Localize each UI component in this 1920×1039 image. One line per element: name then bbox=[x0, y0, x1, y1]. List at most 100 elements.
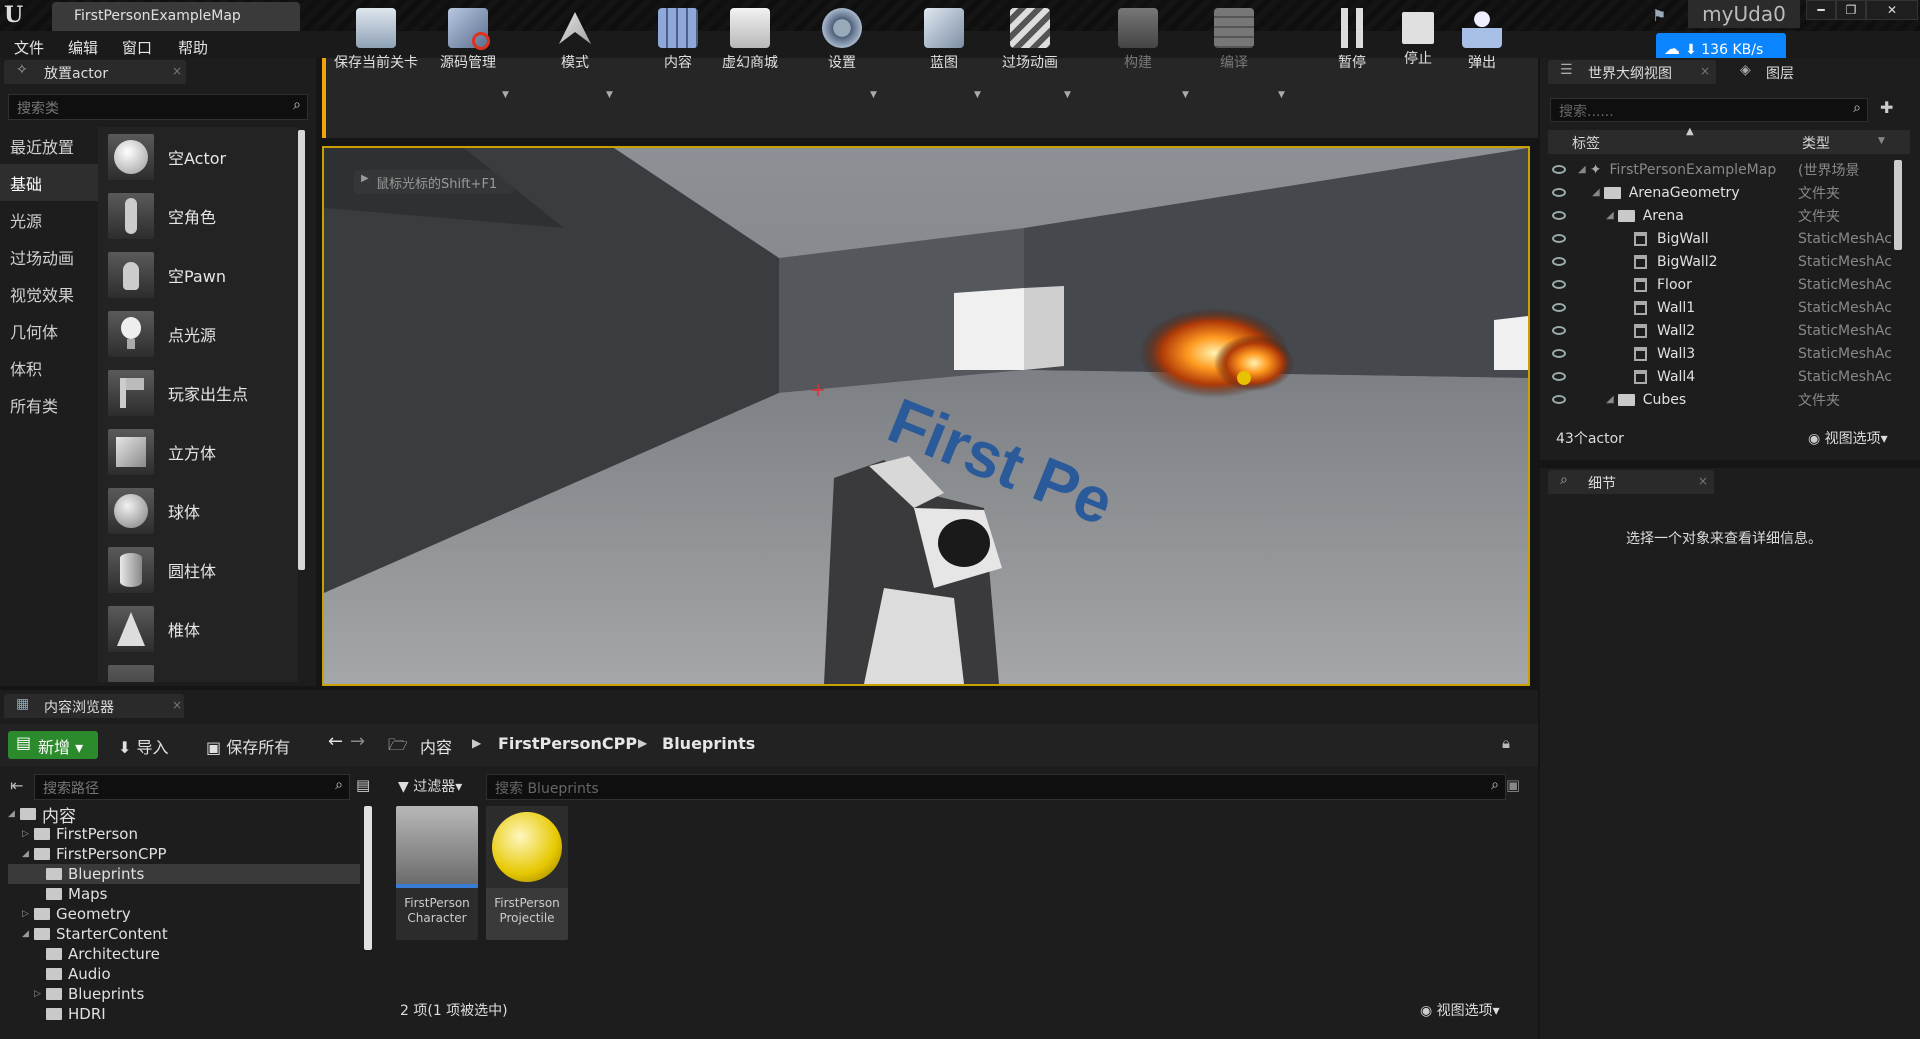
collapsed-arrow-icon[interactable]: ▷ bbox=[22, 829, 34, 839]
actor-item-empty-character[interactable]: 空角色 bbox=[98, 186, 298, 245]
class-search-input[interactable]: 搜索类 ⌕ bbox=[8, 94, 308, 120]
modes-button[interactable]: 模式 bbox=[540, 0, 610, 80]
actor-item-cylinder[interactable]: 圆柱体 bbox=[98, 540, 298, 599]
menu-help[interactable]: 帮助 bbox=[178, 37, 208, 58]
marketplace-button[interactable]: 虚幻商城 bbox=[712, 0, 788, 80]
chevron-down-icon[interactable]: ▼ bbox=[606, 90, 613, 100]
expand-arrow-icon[interactable]: ◢ bbox=[1606, 394, 1614, 405]
tree-item-firstpersoncpp[interactable]: ◢ FirstPersonCPP bbox=[8, 844, 360, 864]
outliner-row-world[interactable]: ◢ ✦ FirstPersonExampleMap (世界场景 bbox=[1548, 158, 1900, 181]
category-all-classes[interactable]: 所有类 bbox=[0, 386, 98, 423]
eye-icon[interactable] bbox=[1552, 326, 1566, 335]
outliner-row-wall3[interactable]: Wall3 StaticMeshAc bbox=[1548, 342, 1900, 365]
collapsed-arrow-icon[interactable]: ▷ bbox=[22, 909, 34, 919]
close-icon[interactable]: × bbox=[172, 698, 182, 712]
import-button[interactable]: ⬇ 导入 bbox=[118, 734, 169, 758]
compile-button[interactable]: 编译 bbox=[1204, 0, 1264, 80]
outliner-row-arenageometry[interactable]: ◢ ArenaGeometry 文件夹 bbox=[1548, 181, 1900, 204]
settings-button[interactable]: 设置 bbox=[812, 0, 872, 80]
column-type-header[interactable]: 类型 bbox=[1802, 133, 1830, 153]
source-control-button[interactable]: 源码管理 bbox=[432, 0, 504, 80]
actor-item-plane[interactable]: 平面 bbox=[98, 658, 298, 682]
user-name[interactable]: myUda0 bbox=[1688, 0, 1800, 28]
chevron-down-icon[interactable]: ▼ bbox=[1878, 136, 1885, 146]
chevron-down-icon[interactable]: ▼ bbox=[1278, 90, 1285, 100]
chevron-down-icon[interactable]: ▼ bbox=[1182, 90, 1189, 100]
content-browser-tab[interactable]: ▦ 内容浏览器 × bbox=[4, 694, 184, 718]
minimize-button[interactable]: ━ bbox=[1806, 0, 1836, 20]
filter-button[interactable]: ▼ 过滤器▾ bbox=[398, 776, 462, 796]
breadcrumb-content[interactable]: 内容 bbox=[420, 734, 452, 758]
layers-tab[interactable]: ◈ 图层 bbox=[1730, 60, 1842, 84]
outliner-view-options[interactable]: ◉ 视图选项▾ bbox=[1808, 428, 1888, 448]
asset-search-input[interactable]: 搜索 Blueprints ⌕ bbox=[486, 774, 1506, 800]
actor-item-point-light[interactable]: 点光源 bbox=[98, 304, 298, 363]
stop-button[interactable]: 停止 bbox=[1390, 0, 1446, 80]
eye-icon[interactable] bbox=[1552, 257, 1566, 266]
menu-file[interactable]: 文件 bbox=[14, 37, 44, 58]
outliner-row-arena[interactable]: ◢ Arena 文件夹 bbox=[1548, 204, 1900, 227]
folder-tree-scrollbar[interactable] bbox=[364, 806, 372, 950]
place-actors-tab[interactable]: ✧ 放置actor × bbox=[4, 60, 186, 84]
outliner-row-wall1[interactable]: Wall1 StaticMeshAc bbox=[1548, 296, 1900, 319]
level-viewport[interactable]: First Pe bbox=[322, 146, 1530, 686]
category-geometry[interactable]: 几何体 bbox=[0, 312, 98, 349]
add-new-button[interactable]: ▤ 新增 ▾ bbox=[8, 731, 98, 759]
actor-item-player-start[interactable]: 玩家出生点 bbox=[98, 363, 298, 422]
save-all-button[interactable]: ▣ 保存所有 bbox=[206, 734, 290, 758]
blueprints-button[interactable]: 蓝图 bbox=[914, 0, 974, 80]
content-browser-view-options[interactable]: ◉ 视图选项▾ bbox=[1420, 1000, 1500, 1020]
pause-button[interactable]: 暂停 bbox=[1324, 0, 1380, 80]
outliner-search-input[interactable]: 搜索...... ⌕ bbox=[1550, 98, 1868, 122]
lock-icon[interactable]: 🔒︎ bbox=[1502, 734, 1510, 752]
close-window-button[interactable]: ✕ bbox=[1866, 0, 1918, 20]
breadcrumb-firstpersoncpp[interactable]: FirstPersonCPP bbox=[498, 734, 637, 753]
close-icon[interactable]: × bbox=[1698, 474, 1708, 488]
path-search-input[interactable]: 搜索路径 ⌕ bbox=[34, 774, 350, 800]
tree-item-blueprints-selected[interactable]: Blueprints bbox=[8, 864, 360, 884]
tree-item-firstperson[interactable]: ▷ FirstPerson bbox=[8, 824, 360, 844]
category-basic[interactable]: 基础 bbox=[0, 164, 98, 201]
expand-arrow-icon[interactable]: ◢ bbox=[1592, 187, 1600, 198]
asset-firstperson-character[interactable]: FirstPerson Character bbox=[396, 806, 478, 940]
map-tab[interactable]: FirstPersonExampleMap bbox=[52, 2, 300, 31]
eye-icon[interactable] bbox=[1552, 395, 1566, 404]
breadcrumb-arrow-icon[interactable]: ▶ bbox=[472, 736, 481, 750]
maximize-button[interactable]: ❐ bbox=[1836, 0, 1866, 20]
actor-list-scrollbar[interactable] bbox=[298, 130, 305, 570]
menu-edit[interactable]: 编辑 bbox=[68, 37, 98, 58]
category-visual-effects[interactable]: 视觉效果 bbox=[0, 275, 98, 312]
add-filter-icon[interactable]: ✚ bbox=[1880, 98, 1893, 117]
outliner-row-floor[interactable]: Floor StaticMeshAc bbox=[1548, 273, 1900, 296]
outliner-row-cubes[interactable]: ◢ Cubes 文件夹 bbox=[1548, 388, 1900, 411]
collections-icon[interactable]: ▤ bbox=[356, 776, 370, 794]
outliner-row-wall4[interactable]: Wall4 StaticMeshAc bbox=[1548, 365, 1900, 388]
close-icon[interactable]: × bbox=[172, 64, 182, 78]
column-label-header[interactable]: 标签 bbox=[1572, 133, 1600, 153]
chevron-down-icon[interactable]: ▼ bbox=[870, 90, 877, 100]
tree-item-starter-blueprints[interactable]: ▷ Blueprints bbox=[8, 984, 360, 1004]
eye-icon[interactable] bbox=[1552, 188, 1566, 197]
actor-item-empty-actor[interactable]: 空Actor bbox=[98, 127, 298, 186]
asset-firstperson-projectile[interactable]: FirstPerson Projectile bbox=[486, 806, 568, 940]
chevron-down-icon[interactable]: ▼ bbox=[502, 90, 509, 100]
breadcrumb-arrow-icon[interactable]: ▶ bbox=[638, 736, 647, 750]
outliner-row-wall2[interactable]: Wall2 StaticMeshAc bbox=[1548, 319, 1900, 342]
tree-item-architecture[interactable]: Architecture bbox=[8, 944, 360, 964]
category-lights[interactable]: 光源 bbox=[0, 201, 98, 238]
outliner-row-bigwall[interactable]: BigWall StaticMeshAc bbox=[1548, 227, 1900, 250]
actor-item-cube[interactable]: 立方体 bbox=[98, 422, 298, 481]
close-icon[interactable]: × bbox=[1700, 64, 1710, 78]
eye-icon[interactable] bbox=[1552, 165, 1566, 174]
eye-icon[interactable] bbox=[1552, 280, 1566, 289]
expand-arrow-icon[interactable]: ◢ bbox=[22, 929, 34, 939]
breadcrumb-blueprints[interactable]: Blueprints bbox=[662, 734, 755, 753]
sources-panel-toggle-icon[interactable]: ⇤ bbox=[10, 776, 23, 795]
menu-window[interactable]: 窗口 bbox=[122, 37, 152, 58]
content-button[interactable]: 内容 bbox=[648, 0, 708, 80]
details-tab[interactable]: ⌕ 细节 × bbox=[1548, 470, 1714, 494]
eject-button[interactable]: 弹出 bbox=[1454, 0, 1510, 80]
tree-item-hdri[interactable]: HDRI bbox=[8, 1004, 360, 1024]
actor-item-cone[interactable]: 椎体 bbox=[98, 599, 298, 658]
outliner-row-bigwall2[interactable]: BigWall2 StaticMeshAc bbox=[1548, 250, 1900, 273]
